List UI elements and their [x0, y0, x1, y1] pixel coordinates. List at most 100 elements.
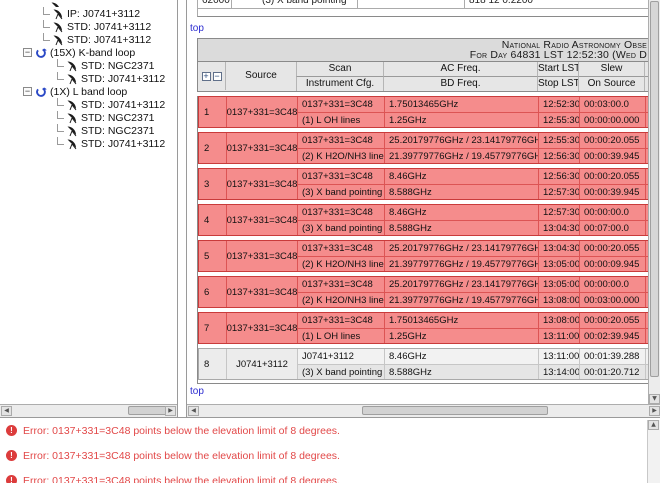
table-body: 1 0137+331=3C48 0137+331=3C48 1.75013465… [197, 96, 648, 384]
tree-item-source[interactable]: STD: J0741+3112 [0, 20, 177, 33]
scan-name: 0137+331=3C48 [297, 313, 384, 328]
slew-time: 00:01:39.288 [579, 349, 645, 364]
ac-freq: 8.46GHz [384, 169, 538, 184]
clipped-table-bottom: 62000 (3) X band pointing 818 12 0.2200 [197, 0, 648, 17]
top-link[interactable]: top [190, 23, 204, 34]
tree-item-label: (1X) L band loop [50, 86, 127, 98]
on-source-time: 00:01:20.712 [579, 364, 645, 379]
slew-time: 00:00:00.0 [579, 277, 645, 292]
instrument-cfg: (3) X band pointing [297, 220, 384, 235]
header-expand-cell: + − [198, 62, 225, 90]
tree-connector [57, 98, 64, 106]
on-source-time: 00:00:39.945 [579, 148, 645, 163]
scrollbar-thumb[interactable] [650, 1, 659, 377]
scan-source: 0137+331=3C48 [226, 133, 297, 163]
ac-freq: 1.75013465GHz [384, 313, 538, 328]
antenna-icon [66, 112, 78, 124]
scroll-up-icon[interactable]: ▲ [648, 420, 659, 430]
loop-icon [35, 47, 47, 59]
tree-item-label: STD: NGC2371 [81, 60, 155, 72]
bd-freq: 8.588GHz [384, 364, 538, 379]
scan-number: 2 [199, 133, 226, 163]
tree-item-clipped[interactable] [0, 0, 177, 7]
tree-connector [57, 59, 64, 67]
scroll-right-icon[interactable]: ▶ [165, 406, 176, 416]
tree-item-label: STD: J0741+3112 [81, 138, 165, 150]
tree-connector [43, 33, 50, 41]
tree-item-source[interactable]: STD: NGC2371 [0, 59, 177, 72]
on-source-time: 00:02:39.945 [579, 328, 645, 343]
scan-row[interactable]: 4 0137+331=3C48 0137+331=3C48 8.46GHz 12… [198, 204, 648, 236]
tree-item-label: STD: NGC2371 [81, 112, 155, 124]
scan-row[interactable]: 2 0137+331=3C48 0137+331=3C48 25.2017977… [198, 132, 648, 164]
antenna-icon [66, 125, 78, 137]
expand-all-icon[interactable]: + [202, 72, 211, 81]
collapse-icon[interactable]: − [23, 87, 32, 96]
report-horizontal-scrollbar[interactable]: ◀ ▶ [187, 404, 660, 417]
bd-freq: 8.588GHz [384, 220, 538, 235]
scan-name: 0137+331=3C48 [297, 277, 384, 292]
stop-lst: 13:08:00 [538, 292, 579, 307]
tree-horizontal-scrollbar[interactable]: ◀ ▶ [0, 404, 177, 417]
scrollbar-thumb[interactable] [362, 406, 548, 415]
top-link[interactable]: top [190, 386, 204, 397]
error-message-row: ! Error: 0137+331=3C48 points below the … [6, 449, 340, 462]
report-content: 62000 (3) X band pointing 818 12 0.2200 … [187, 0, 648, 405]
scan-row[interactable]: 3 0137+331=3C48 0137+331=3C48 8.46GHz 12… [198, 168, 648, 200]
error-panel-scrollbar[interactable]: ▲ [647, 420, 660, 483]
error-message-text: Error: 0137+331=3C48 points below the el… [23, 450, 340, 462]
tree-item-source[interactable]: STD: J0741+3112 [0, 72, 177, 85]
instrument-cfg: (1) L OH lines [297, 112, 384, 127]
scan-source: 0137+331=3C48 [226, 313, 297, 343]
scan-row[interactable]: 6 0137+331=3C48 0137+331=3C48 25.2017977… [198, 276, 648, 308]
tree-connector [57, 124, 64, 132]
tree-item-source[interactable]: STD: NGC2371 [0, 124, 177, 137]
collapse-all-icon[interactable]: − [213, 72, 222, 81]
collapse-icon[interactable]: − [23, 48, 32, 57]
on-source-time: 00:00:39.945 [579, 184, 645, 199]
tree-connector [57, 72, 64, 80]
scroll-left-icon[interactable]: ◀ [188, 406, 199, 416]
scan-name: 0137+331=3C48 [297, 97, 384, 112]
scroll-right-icon[interactable]: ▶ [649, 406, 660, 416]
scroll-down-icon[interactable]: ▼ [649, 394, 660, 404]
instrument-cfg: (3) X band pointing [297, 184, 384, 199]
scan-row[interactable]: 1 0137+331=3C48 0137+331=3C48 1.75013465… [198, 96, 648, 128]
loop-icon [35, 86, 47, 98]
antenna-icon [52, 34, 64, 46]
column-header-instrument-cfg: Instrument Cfg. [296, 77, 383, 91]
antenna-icon [52, 8, 64, 20]
day-lst-subtitle: For Day 64831 LST 12:52:30 (Wed D [198, 50, 647, 60]
scan-row[interactable]: 7 0137+331=3C48 0137+331=3C48 1.75013465… [198, 312, 648, 344]
column-header-ac-freq: AC Freq. [383, 62, 537, 77]
stop-lst: 13:14:00 [538, 364, 579, 379]
tree-item-source[interactable]: IP: J0741+3112 [0, 7, 177, 20]
start-lst: 13:11:00 [538, 349, 579, 364]
schedule-summary-table: National Radio Astronomy Obse For Day 64… [197, 38, 648, 384]
instrument-cfg: (2) K H2O/NH3 lines [297, 292, 384, 307]
tree-item-source[interactable]: STD: J0741+3112 [0, 33, 177, 46]
tree-item-label: IP: J0741+3112 [67, 8, 140, 20]
start-lst: 12:57:30 [538, 205, 579, 220]
tree-item-source[interactable]: STD: J0741+3112 [0, 137, 177, 150]
on-source-time: 00:03:00.000 [579, 292, 645, 307]
tree-item-loop[interactable]: − (1X) L band loop [0, 85, 177, 98]
scan-row[interactable]: 8 J0741+3112 J0741+3112 8.46GHz 13:11:00… [198, 348, 648, 380]
schedule-report-panel: 62000 (3) X band pointing 818 12 0.2200 … [186, 0, 660, 417]
scan-tree: IP: J0741+3112 STD: J0741+3112 STD: J074… [0, 0, 177, 404]
ac-freq: 8.46GHz [384, 349, 538, 364]
column-header-stop-lst: Stop LST [537, 77, 578, 91]
scrollbar-thumb[interactable] [128, 406, 168, 415]
slew-time: 00:03:00.0 [579, 97, 645, 112]
clipped-cell [358, 0, 465, 8]
bd-freq: 21.39779776GHz / 19.45779776GHz [384, 148, 538, 163]
scan-source: 0137+331=3C48 [226, 97, 297, 127]
clipped-cell: (3) X band pointing [232, 0, 358, 8]
tree-item-source[interactable]: STD: NGC2371 [0, 111, 177, 124]
scroll-left-icon[interactable]: ◀ [1, 406, 12, 416]
scan-row[interactable]: 5 0137+331=3C48 0137+331=3C48 25.2017977… [198, 240, 648, 272]
report-vertical-scrollbar[interactable]: ▼ [648, 0, 660, 405]
tree-item-source[interactable]: STD: J0741+3112 [0, 98, 177, 111]
scan-number: 6 [199, 277, 226, 307]
tree-item-loop[interactable]: − (15X) K-band loop [0, 46, 177, 59]
